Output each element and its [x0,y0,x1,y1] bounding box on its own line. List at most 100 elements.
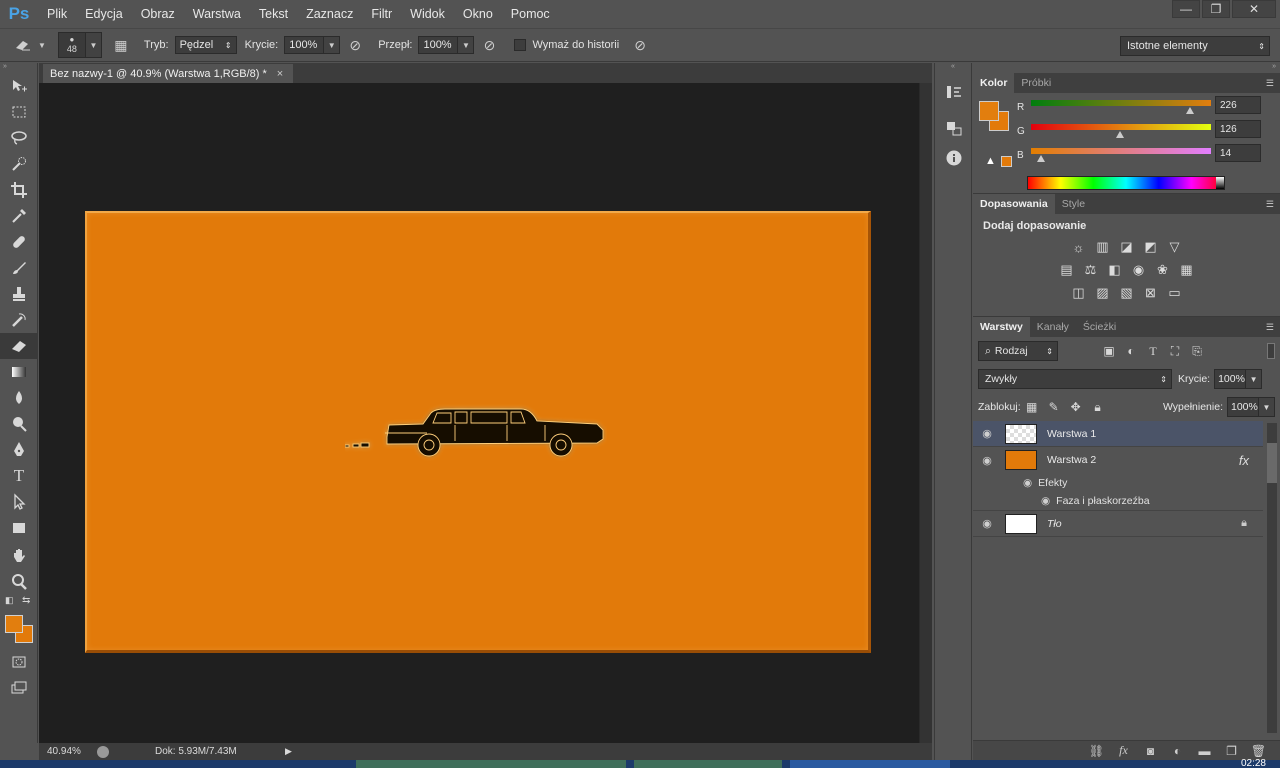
pen-tool-icon[interactable] [0,437,38,463]
panel-menu-icon[interactable]: ☰ [1266,78,1274,89]
b-value-field[interactable]: 14 [1215,144,1261,162]
eye-icon[interactable]: ◉ [1023,477,1032,489]
erase-history-checkbox[interactable] [514,39,527,51]
flow-field[interactable]: 100% [418,36,459,54]
pixel-filter-icon[interactable]: ▣ [1098,344,1120,359]
flow-dropdown-arrow[interactable]: ▼ [458,36,475,54]
taskbar-item[interactable] [790,760,950,768]
lock-position-icon[interactable]: ✥ [1065,400,1087,414]
layer-row-tlo[interactable]: ◉ Tło 🔒︎ [973,511,1263,537]
brightness-icon[interactable]: ☼ [1070,239,1088,255]
dodge-tool-icon[interactable] [0,411,38,437]
eye-icon[interactable]: ◉ [973,427,1001,440]
crop-tool-icon[interactable] [0,177,38,203]
collapse-icon[interactable]: » [0,63,37,73]
fill-field[interactable]: 100% [1227,397,1259,417]
tab-adjustments[interactable]: Dopasowania [973,194,1055,214]
close-tab-icon[interactable]: × [277,68,283,80]
gamut-warning-icon[interactable]: ▲ [985,155,996,167]
eraser-tool-preset-icon[interactable] [12,34,34,56]
bw-icon[interactable]: ◧ [1106,262,1124,278]
properties-panel-icon[interactable] [935,113,973,143]
marquee-tool-icon[interactable] [0,99,38,125]
panel-foreground-swatch[interactable] [979,101,999,121]
menu-file[interactable]: Plik [38,0,76,28]
eye-icon[interactable]: ◉ [973,517,1001,530]
g-value-field[interactable]: 126 [1215,120,1261,138]
g-slider-thumb[interactable] [1115,131,1124,138]
blur-tool-icon[interactable] [0,385,38,411]
opacity-dropdown-arrow[interactable]: ▼ [324,36,341,54]
lock-image-icon[interactable]: ✎ [1043,400,1065,414]
r-slider-track[interactable] [1031,100,1211,106]
effect-row-bevel[interactable]: ◉ Faza i płaskorzeźba [973,492,1263,511]
menu-help[interactable]: Pomoc [502,0,559,28]
menu-filter[interactable]: Filtr [362,0,401,28]
exposure-icon[interactable]: ◩ [1142,239,1160,255]
menu-layer[interactable]: Warstwa [184,0,250,28]
lock-all-icon[interactable]: 🔒︎ [1087,400,1109,415]
zoom-field[interactable]: 40.94% [39,746,89,757]
effects-row[interactable]: ◉ Efekty [973,473,1263,492]
lock-transparent-icon[interactable]: ▦ [1021,400,1043,414]
curves-icon[interactable]: ◪ [1118,239,1136,255]
layers-scrollbar[interactable] [1267,423,1277,733]
zoom-tool-icon[interactable] [0,569,38,595]
menu-image[interactable]: Obraz [132,0,184,28]
tab-layers[interactable]: Warstwy [973,317,1030,337]
adjustment-filter-icon[interactable]: ◐ [1120,344,1142,359]
workspace-select[interactable]: Istotne elementy ⇕ [1120,36,1270,56]
path-selection-tool-icon[interactable] [0,489,38,515]
rectangle-tool-icon[interactable] [0,515,38,541]
tab-color[interactable]: Kolor [973,73,1015,93]
brush-tool-icon[interactable] [0,255,38,281]
canvas[interactable] [85,211,871,653]
color-balance-icon[interactable]: ⚖ [1082,262,1100,278]
restore-button[interactable]: ❐ [1202,0,1230,18]
layer-opacity-dropdown[interactable]: ▼ [1246,369,1263,389]
gamut-swatch[interactable] [1001,156,1012,167]
color-spectrum[interactable] [1027,176,1225,190]
blend-mode-select[interactable]: Zwykły ⇕ [978,369,1172,389]
status-menu-arrow[interactable]: ▶ [285,746,292,757]
menu-view[interactable]: Widok [401,0,454,28]
tab-channels[interactable]: Kanały [1030,317,1076,337]
document-tab[interactable]: Bez nazwy-1 @ 40.9% (Warstwa 1,RGB/8) * … [43,64,294,83]
brush-dropdown-arrow[interactable]: ▼ [85,32,102,58]
layer-row-warstwa-1[interactable]: ◉ Warstwa 1 [973,421,1263,447]
posterize-icon[interactable]: ▨ [1094,285,1112,301]
new-adjustment-icon[interactable]: ◐ [1164,744,1191,758]
brush-size-picker[interactable]: ● 48 [57,32,86,58]
brush-panel-icon[interactable]: ▦ [110,34,132,56]
pressure-size-icon[interactable]: ⊘ [629,34,651,56]
type-filter-icon[interactable]: T [1142,344,1164,359]
new-group-icon[interactable]: ▬ [1191,744,1218,758]
swap-colors-icon[interactable]: ⇆ [22,595,30,606]
delete-layer-icon[interactable]: 🗑︎ [1245,744,1272,758]
channel-mixer-icon[interactable]: ❀ [1154,262,1172,278]
menu-select[interactable]: Zaznacz [297,0,362,28]
healing-brush-tool-icon[interactable] [0,229,38,255]
link-layers-icon[interactable]: ⛓ [1083,744,1110,758]
gradient-map-icon[interactable]: ▭ [1166,285,1184,301]
tab-paths[interactable]: Ścieżki [1076,317,1123,337]
quick-selection-tool-icon[interactable] [0,151,38,177]
menu-window[interactable]: Okno [454,0,502,28]
default-colors-icon[interactable]: ◧ [5,595,14,606]
new-layer-icon[interactable]: ❐ [1218,744,1245,758]
b-slider-thumb[interactable] [1036,155,1045,162]
selective-color-icon[interactable]: ⊠ [1142,285,1160,301]
type-tool-icon[interactable]: T [0,463,38,489]
layer-row-warstwa-2[interactable]: ◉ Warstwa 2 fx [973,447,1263,473]
add-mask-icon[interactable]: ◙ [1137,744,1164,758]
minimize-button[interactable]: — [1172,0,1200,18]
eyedropper-tool-icon[interactable] [0,203,38,229]
scroll-thumb[interactable] [1267,443,1277,483]
quick-mask-icon[interactable] [0,649,38,675]
opacity-field[interactable]: 100% [284,36,325,54]
color-lookup-icon[interactable]: ▦ [1178,262,1196,278]
layer-opacity-field[interactable]: 100% [1214,369,1247,389]
add-style-icon[interactable]: fx [1110,743,1137,758]
pressure-opacity-icon[interactable]: ⊘ [344,34,366,56]
g-slider-track[interactable] [1031,124,1211,130]
